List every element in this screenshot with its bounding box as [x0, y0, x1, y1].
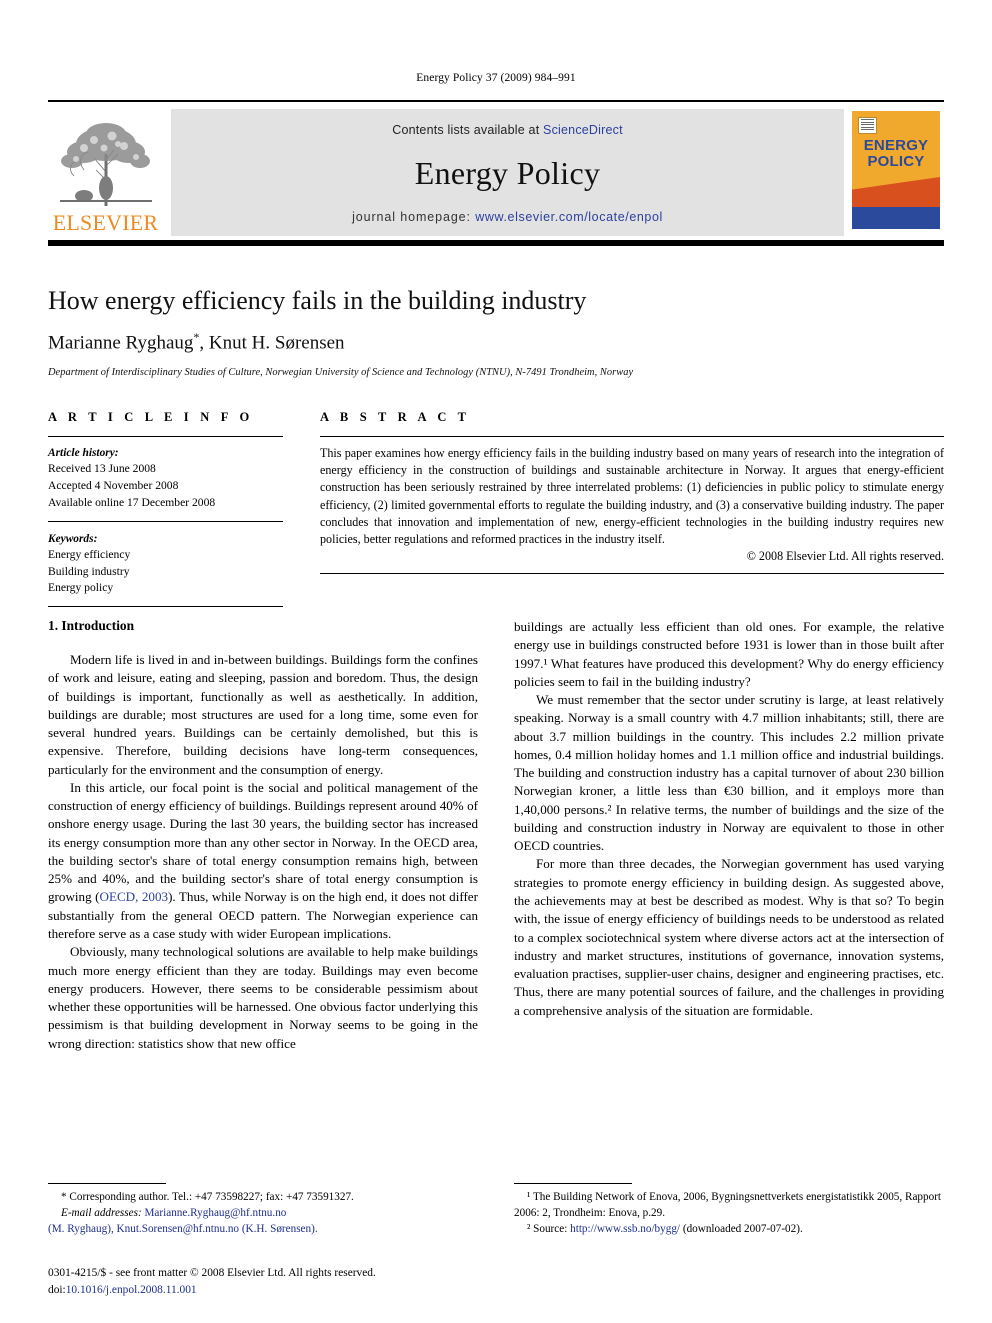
footnote-column-left: * Corresponding author. Tel.: +47 735982… — [48, 1183, 478, 1237]
footnote-2-link[interactable]: http://www.ssb.no/bygg/ — [570, 1223, 680, 1235]
abstract-text: This paper examines how energy efficienc… — [320, 446, 944, 546]
article-history-accepted: Accepted 4 November 2008 — [48, 478, 179, 492]
article-body: 1. Introduction Modern life is lived in … — [48, 618, 944, 1053]
section-heading-introduction: 1. Introduction — [48, 618, 135, 633]
cover-artwork: ENERGY POLICY — [852, 111, 940, 229]
journal-homepage-line: journal homepage: www.elsevier.com/locat… — [352, 210, 663, 224]
homepage-prefix-text: journal homepage: — [352, 210, 476, 224]
author-first: Marianne Ryghaug — [48, 332, 194, 354]
abstract-copyright: © 2008 Elsevier Ltd. All rights reserved… — [746, 549, 944, 564]
corresponding-author-note: * Corresponding author. Tel.: +47 735982… — [61, 1191, 354, 1203]
footnotes: * Corresponding author. Tel.: +47 735982… — [48, 1183, 944, 1237]
keywords-label: Keywords: — [48, 532, 98, 545]
abstract-top-rule — [320, 436, 944, 437]
footnote-divider — [514, 1183, 632, 1184]
article-info-column: A R T I C L E I N F O Article history: R… — [48, 410, 283, 616]
body-column-left: 1. Introduction Modern life is lived in … — [48, 618, 478, 1053]
cover-title-line-2: POLICY — [867, 153, 925, 171]
affiliation: Department of Interdisciplinary Studies … — [48, 367, 634, 379]
article-info-mid-rule — [48, 520, 283, 522]
cover-title: ENERGY POLICY — [852, 137, 940, 171]
keyword-item: Building industry — [48, 564, 130, 578]
abstract-column: A B S T R A C T This paper examines how … — [320, 410, 944, 616]
email-owner-2: (K.H. Sørensen). — [241, 1223, 318, 1236]
cover-title-line-1: ENERGY — [863, 137, 929, 154]
keyword-item: Energy efficiency — [48, 547, 131, 561]
doi-link[interactable]: 10.1016/j.enpol.2008.11.001 — [66, 1284, 197, 1296]
imprint-block: 0301-4215/$ - see front matter © 2008 El… — [48, 1265, 478, 1299]
footnote-1: ¹ The Building Network of Enova, 2006, B… — [514, 1191, 942, 1220]
sciencedirect-link[interactable]: ScienceDirect — [543, 123, 623, 137]
body-paragraph-with-citation: In this article, our focal point is the … — [48, 779, 478, 941]
elsevier-tree-icon — [54, 114, 158, 211]
journal-masthead: ELSEVIER Contents lists available at Sci… — [48, 100, 944, 246]
elsevier-wordmark: ELSEVIER — [52, 210, 159, 235]
body-paragraph: Modern life is lived in and in-between b… — [48, 652, 478, 777]
running-head: Energy Policy 37 (2009) 984–991 — [416, 72, 576, 84]
body-paragraph: We must remember that the sector under s… — [514, 692, 944, 854]
masthead-bottom-rule — [48, 240, 944, 246]
keyword-item: Energy policy — [48, 581, 114, 595]
cover-badge-icon — [858, 117, 877, 134]
journal-article-page: Energy Policy 37 (2009) 984–991 ELSEVIER… — [0, 0, 992, 1323]
journal-cover-thumbnail: ENERGY POLICY — [852, 109, 944, 236]
email-addresses-note: E-mail addresses: Marianne.Ryghaug@hf.nt… — [48, 1205, 478, 1221]
article-info-bottom-rule — [48, 606, 283, 608]
body-column-right: buildings are actually less efficient th… — [514, 618, 944, 1053]
cover-blue-band — [852, 207, 940, 229]
email-owner-1: (M. Ryghaug), — [48, 1223, 114, 1236]
abstract-bottom-rule — [320, 573, 944, 575]
body-paragraph: For more than three decades, the Norwegi… — [514, 856, 944, 1018]
title-block: How energy efficiency fails in the build… — [48, 286, 944, 378]
article-info-top-rule — [48, 436, 283, 437]
email-addresses-note-cont: (M. Ryghaug), Knut.Sorensen@hf.ntnu.no (… — [48, 1221, 478, 1237]
abstract-heading: A B S T R A C T — [320, 410, 471, 424]
journal-title: Energy Policy — [414, 155, 601, 191]
article-info-heading: A R T I C L E I N F O — [48, 410, 254, 424]
masthead-top-rule — [48, 100, 944, 102]
email-label: E-mail addresses: — [61, 1207, 142, 1220]
contents-lists-line: Contents lists available at ScienceDirec… — [392, 123, 623, 137]
author-rest: , Knut H. Sørensen — [199, 332, 345, 354]
body-paragraph: Obviously, many technological solutions … — [48, 944, 478, 1051]
imprint-front-matter: 0301-4215/$ - see front matter © 2008 El… — [48, 1267, 376, 1279]
email-link-2[interactable]: Knut.Sorensen@hf.ntnu.no — [117, 1223, 239, 1235]
footnote-divider — [48, 1183, 166, 1184]
author-list: Marianne Ryghaug*, Knut H. Sørensen — [48, 330, 944, 354]
footnote-column-right: ¹ The Building Network of Enova, 2006, B… — [514, 1183, 944, 1237]
footnote-2: ² Source: http://www.ssb.no/bygg/ (downl… — [514, 1221, 944, 1237]
doi-prefix: doi: — [48, 1283, 66, 1296]
info-and-abstract: A R T I C L E I N F O Article history: R… — [48, 410, 944, 616]
article-history-received: Received 13 June 2008 — [48, 462, 156, 476]
article-history-label: Article history: — [48, 447, 119, 459]
imprint-doi-line: doi:10.1016/j.enpol.2008.11.001 — [48, 1282, 478, 1299]
email-link-1[interactable]: Marianne.Ryghaug@hf.ntnu.no — [144, 1207, 286, 1219]
page-title: How energy efficiency fails in the build… — [48, 286, 587, 315]
article-history-online: Available online 17 December 2008 — [48, 495, 216, 509]
footnote-2-suffix: (downloaded 2007-07-02). — [680, 1223, 803, 1236]
elsevier-logo: ELSEVIER — [48, 109, 163, 236]
journal-homepage-link[interactable]: www.elsevier.com/locate/enpol — [475, 210, 663, 224]
body-paragraph: buildings are actually less efficient th… — [514, 619, 944, 689]
contents-prefix-text: Contents lists available at — [392, 123, 544, 137]
cover-red-band — [852, 177, 940, 207]
contents-banner: Contents lists available at ScienceDirec… — [171, 109, 844, 236]
footnote-2-prefix: ² Source: — [527, 1223, 571, 1236]
citation-link[interactable]: OECD, 2003 — [99, 889, 168, 904]
